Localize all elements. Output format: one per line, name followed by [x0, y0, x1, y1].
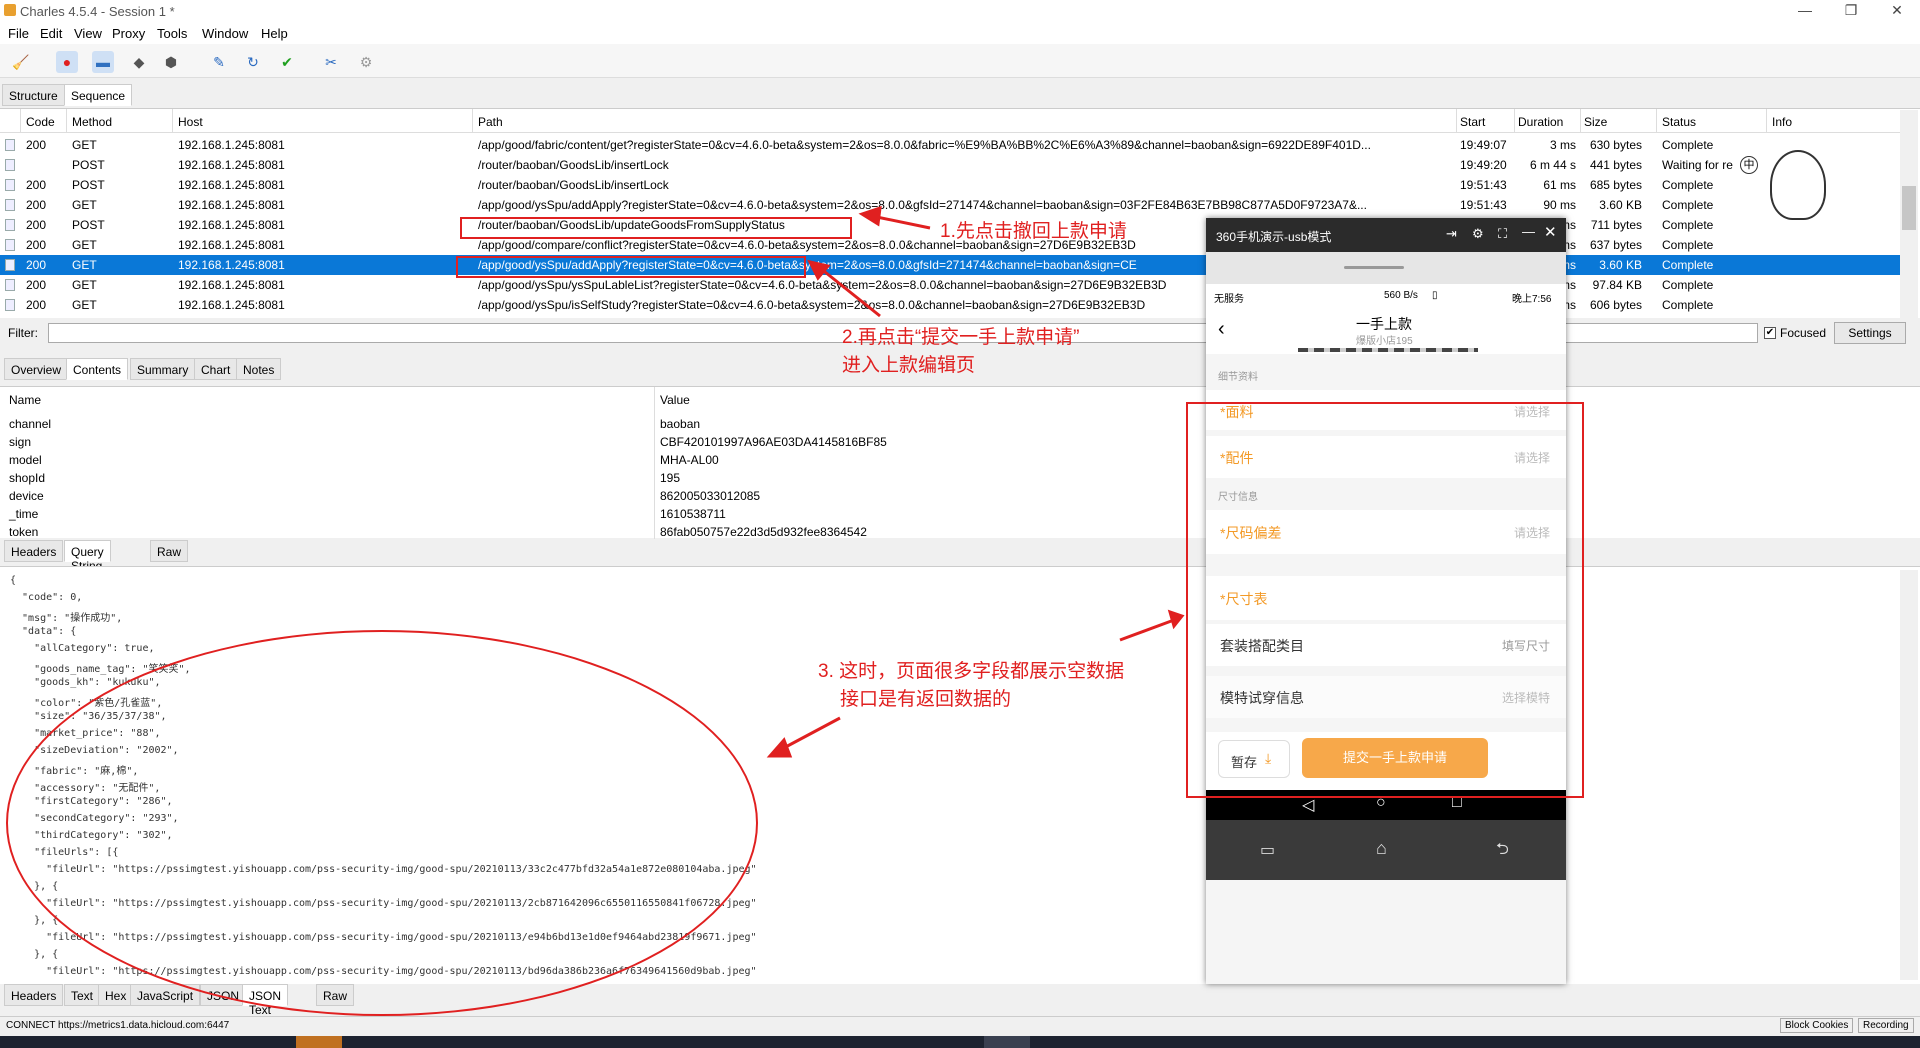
annotation-arrows: [766, 205, 1185, 758]
